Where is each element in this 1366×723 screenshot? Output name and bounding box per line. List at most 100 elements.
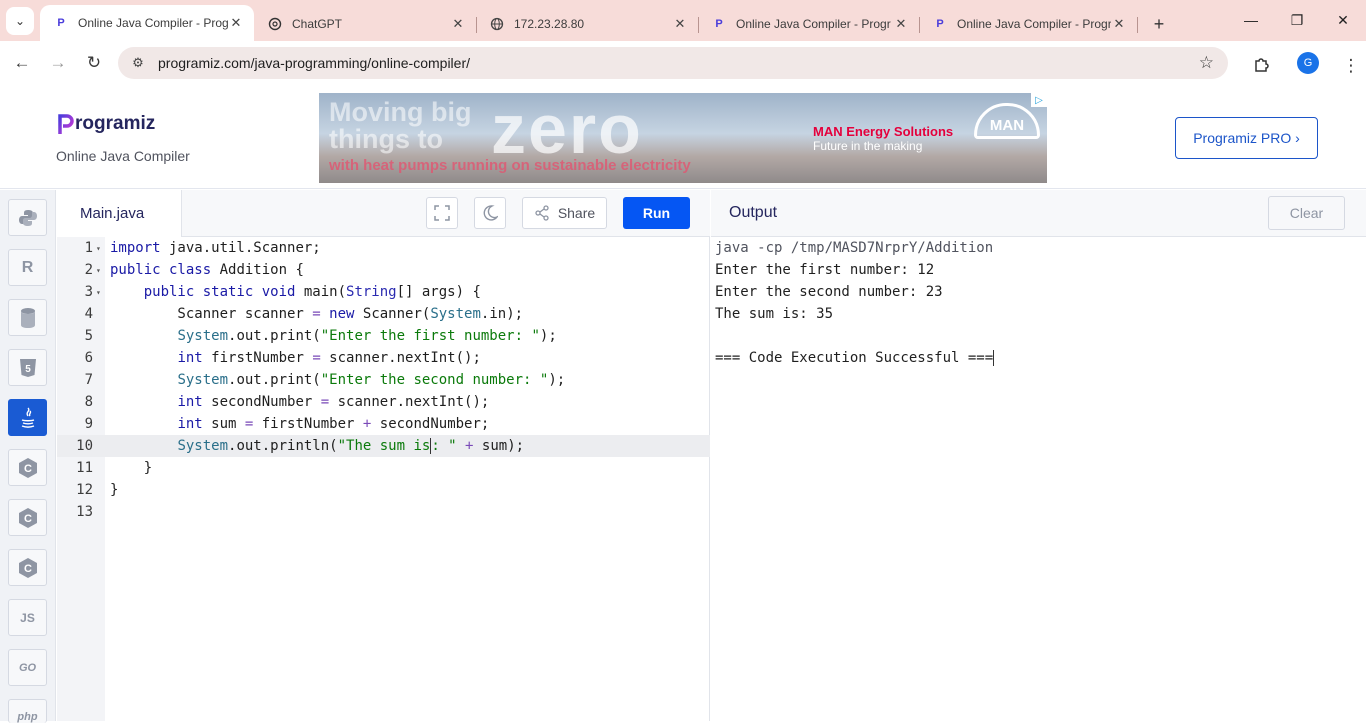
url-text[interactable]: programiz.com/java-programming/online-co… <box>158 55 470 71</box>
svg-text:C: C <box>24 513 32 525</box>
r-icon: R <box>21 258 34 276</box>
restore-icon[interactable]: ❐ <box>1274 0 1320 40</box>
fold-arrow-icon[interactable]: ▾ <box>96 266 101 275</box>
code-line-active[interactable]: 10 System.out.println("The sum is: " + s… <box>57 435 710 457</box>
tab-ip-address[interactable]: 172.23.28.80 ✕ <box>476 7 699 41</box>
language-sidebar: R 5 C C C JS GO php <box>0 190 56 723</box>
share-icon <box>535 205 549 221</box>
go-icon: GO <box>18 661 37 674</box>
python-icon <box>18 209 37 226</box>
share-button[interactable]: Share <box>522 197 607 229</box>
sidebar-item-javascript[interactable]: JS <box>8 599 47 636</box>
profile-avatar[interactable]: G <box>1297 52 1319 74</box>
tab-online-java-compiler-1[interactable]: P Online Java Compiler - Progr ✕ <box>40 5 254 41</box>
reload-icon[interactable]: ↻ <box>76 45 112 81</box>
sidebar-item-csharp[interactable]: C <box>8 549 47 586</box>
svg-text:C: C <box>24 463 32 475</box>
file-tab-main-java[interactable]: Main.java <box>57 190 182 237</box>
output-line-status: === Code Execution Successful === <box>715 350 995 366</box>
sidebar-item-cpp[interactable]: C <box>8 499 47 536</box>
address-bar-row: ← → ↻ ⚙ programiz.com/java-programming/o… <box>0 41 1366 87</box>
close-icon[interactable]: ✕ <box>672 16 688 32</box>
output-console[interactable]: java -cp /tmp/MASD7NrprY/Addition Enter … <box>711 237 1366 721</box>
sidebar-item-go[interactable]: GO <box>8 649 47 686</box>
ad-slogan: Future in the making <box>813 139 923 153</box>
sidebar-item-c[interactable]: C <box>8 449 47 486</box>
output-header: Output Clear <box>711 190 1366 237</box>
code-line[interactable]: 1 ▾ import java.util.Scanner; <box>57 237 710 259</box>
code-line[interactable]: 2 ▾ public class Addition { <box>57 259 710 281</box>
close-icon[interactable]: ✕ <box>893 16 909 32</box>
chatgpt-icon <box>268 17 282 31</box>
sidebar-item-html[interactable]: 5 <box>8 349 47 386</box>
tab-online-java-compiler-3[interactable]: P Online Java Compiler - Progr ✕ <box>919 7 1138 41</box>
html5-icon: 5 <box>19 358 36 377</box>
extensions-icon[interactable] <box>1244 46 1280 82</box>
fullscreen-button[interactable] <box>426 197 458 229</box>
code-line[interactable]: 6 int firstNumber = scanner.nextInt(); <box>57 347 710 369</box>
close-window-icon[interactable]: ✕ <box>1320 0 1366 40</box>
close-icon[interactable]: ✕ <box>1111 16 1127 32</box>
sql-icon <box>20 307 35 328</box>
sidebar-item-sql[interactable] <box>8 299 47 336</box>
sidebar-item-php[interactable]: php <box>8 699 47 723</box>
back-icon[interactable]: ← <box>4 45 40 81</box>
js-icon: JS <box>20 610 35 625</box>
advertisement-banner[interactable]: Moving big things to zero with heat pump… <box>319 93 1047 183</box>
adchoices-icon[interactable]: ▷ <box>1031 93 1047 107</box>
editor-toolbar: Main.java Share Run <box>57 190 710 237</box>
csharp-icon: C <box>18 557 37 578</box>
tab-search-button[interactable]: ⌄ <box>0 0 40 41</box>
code-line[interactable]: 5 System.out.print("Enter the first numb… <box>57 325 710 347</box>
close-icon[interactable]: ✕ <box>228 15 244 31</box>
run-button[interactable]: Run <box>623 197 690 229</box>
code-line[interactable]: 4 Scanner scanner = new Scanner(System.i… <box>57 303 710 325</box>
clear-button[interactable]: Clear <box>1268 196 1345 230</box>
output-line: java -cp /tmp/MASD7NrprY/Addition <box>715 240 994 256</box>
window-controls: — ❐ ✕ <box>1228 0 1366 40</box>
ad-headline: Moving big things to <box>329 97 472 154</box>
output-line: The sum is: 35 <box>715 306 834 322</box>
fold-arrow-icon[interactable]: ▾ <box>96 288 101 297</box>
browser-tab-bar: ⌄ P Online Java Compiler - Progr ✕ ChatG… <box>0 0 1366 41</box>
programiz-icon: P <box>57 17 65 29</box>
c-icon: C <box>18 457 37 478</box>
ad-brand: MAN Energy Solutions <box>813 124 954 139</box>
programiz-logo[interactable]: rogramiz <box>58 113 155 135</box>
code-line[interactable]: 9 int sum = firstNumber + secondNumber; <box>57 413 710 435</box>
text-cursor <box>993 350 995 366</box>
fold-arrow-icon[interactable]: ▾ <box>96 244 101 253</box>
minimize-icon[interactable]: — <box>1228 0 1274 40</box>
code-line[interactable]: 11 } <box>57 457 710 479</box>
tab-online-java-compiler-2[interactable]: P Online Java Compiler - Progr ✕ <box>698 7 920 41</box>
code-editor[interactable]: 1 ▾ import java.util.Scanner; 2 ▾ public c… <box>57 237 710 721</box>
omnibox[interactable]: ⚙ programiz.com/java-programming/online-… <box>118 47 1228 79</box>
cpp-icon: C <box>18 507 37 528</box>
code-line[interactable]: 8 int secondNumber = scanner.nextInt(); <box>57 391 710 413</box>
svg-text:C: C <box>24 563 32 575</box>
page-subtitle: Online Java Compiler <box>56 148 190 164</box>
share-label: Share <box>557 205 596 221</box>
sidebar-item-java[interactable] <box>8 399 47 436</box>
code-line[interactable]: 7 System.out.print("Enter the second num… <box>57 369 710 391</box>
code-line[interactable]: 13 <box>57 501 710 523</box>
globe-icon <box>490 17 504 31</box>
sidebar-item-r[interactable]: R <box>8 249 47 286</box>
site-header: rogramiz Online Java Compiler Moving big… <box>0 87 1366 189</box>
bookmark-star-icon[interactable]: ☆ <box>1199 53 1214 73</box>
close-icon[interactable]: ✕ <box>450 16 466 32</box>
output-title: Output <box>729 204 778 221</box>
code-line[interactable]: 3 ▾ public static void main(String[] args… <box>57 281 710 303</box>
dark-mode-button[interactable] <box>474 197 506 229</box>
site-info-icon[interactable]: ⚙ <box>124 55 152 71</box>
code-line[interactable]: 12 } <box>57 479 710 501</box>
forward-icon[interactable]: → <box>40 45 76 81</box>
more-menu-icon[interactable]: ⋮ <box>1333 48 1366 84</box>
programiz-pro-button[interactable]: Programiz PRO › <box>1175 117 1318 159</box>
fullscreen-icon <box>434 205 450 221</box>
new-tab-button[interactable]: + <box>1145 7 1173 41</box>
output-line: Enter the first number: 12 <box>715 262 935 278</box>
tab-chatgpt[interactable]: ChatGPT ✕ <box>254 7 477 41</box>
output-line: Enter the second number: 23 <box>715 284 943 300</box>
sidebar-item-python[interactable] <box>8 199 47 236</box>
